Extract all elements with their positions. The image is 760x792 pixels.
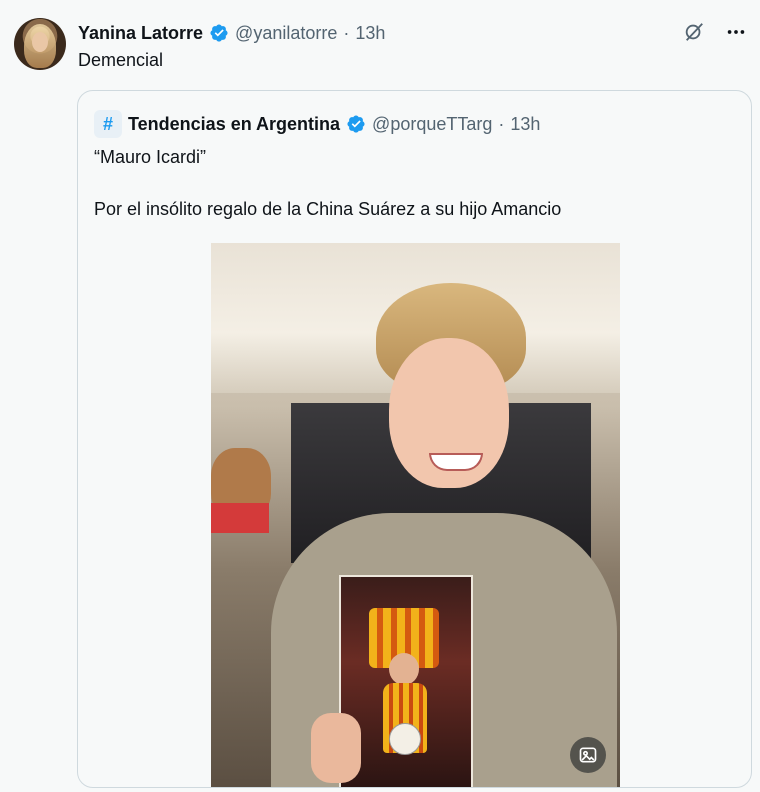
image-alt-icon[interactable] — [570, 737, 606, 773]
tweet-time[interactable]: 13h — [355, 23, 385, 44]
quoted-tweet[interactable]: # Tendencias en Argentina @porqueTTarg ·… — [77, 90, 752, 788]
quoted-text-body: Por el insólito regalo de la China Suáre… — [94, 199, 562, 219]
quoted-text-title: “Mauro Icardi” — [94, 147, 207, 167]
verified-badge-icon — [210, 24, 228, 42]
verified-badge-icon — [347, 115, 365, 133]
tweet-actions-top — [682, 20, 748, 44]
more-icon[interactable] — [724, 20, 748, 44]
tweet-header: Yanina Latorre @yanilatorre · 13h — [78, 21, 385, 45]
header-separator: · — [343, 22, 350, 43]
quoted-media-photo[interactable] — [211, 243, 620, 787]
quoted-author-name[interactable]: Tendencias en Argentina — [128, 114, 340, 135]
hashtag-avatar-icon[interactable]: # — [94, 110, 122, 138]
author-handle[interactable]: @yanilatorre — [235, 23, 337, 44]
author-name[interactable]: Yanina Latorre — [78, 23, 203, 44]
tweet-text: Demencial — [78, 50, 164, 70]
quoted-time[interactable]: 13h — [510, 114, 540, 135]
quoted-author-handle[interactable]: @porqueTTarg — [372, 114, 492, 135]
quoted-separator: · — [498, 113, 505, 134]
grok-icon[interactable] — [682, 20, 706, 44]
author-avatar[interactable] — [14, 18, 66, 70]
tweet: Yanina Latorre @yanilatorre · 13h Demenc… — [0, 0, 760, 792]
quoted-tweet-header: # Tendencias en Argentina @porqueTTarg ·… — [94, 110, 540, 138]
